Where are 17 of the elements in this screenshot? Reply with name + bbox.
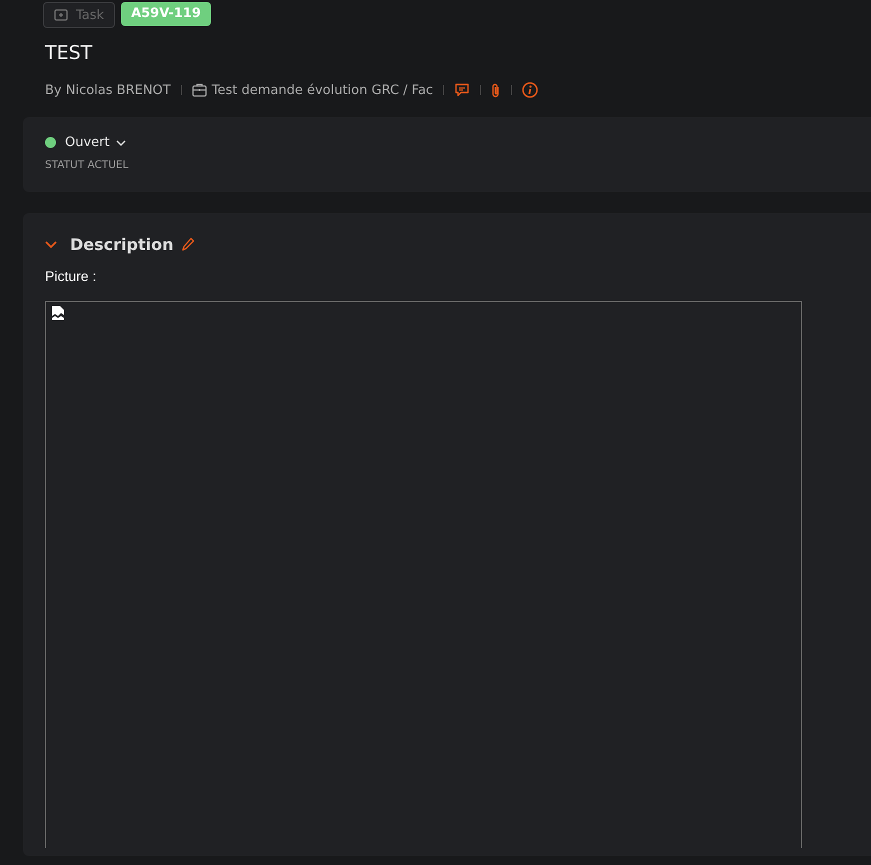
description-text: Picture : xyxy=(45,268,98,284)
project-link[interactable]: Test demande évolution GRC / Fac xyxy=(192,82,434,98)
status-label: STATUT ACTUEL xyxy=(45,159,130,171)
type-tag: Task xyxy=(43,2,116,28)
id-badge: A59V-119 xyxy=(121,2,211,26)
task-title: TEST xyxy=(45,42,94,66)
status-dropdown[interactable]: Ouvert xyxy=(45,135,126,150)
collapse-toggle[interactable]: Description xyxy=(45,235,174,254)
author-text: By Nicolas BRENOT xyxy=(45,82,171,98)
comment-icon xyxy=(454,83,470,97)
chevron-down-icon xyxy=(116,140,126,146)
pencil-icon xyxy=(181,237,196,252)
paperclip-icon xyxy=(491,82,502,98)
info-icon xyxy=(522,82,538,98)
edit-button[interactable] xyxy=(181,237,196,252)
task-icon xyxy=(54,9,68,21)
briefcase-icon xyxy=(192,83,207,97)
